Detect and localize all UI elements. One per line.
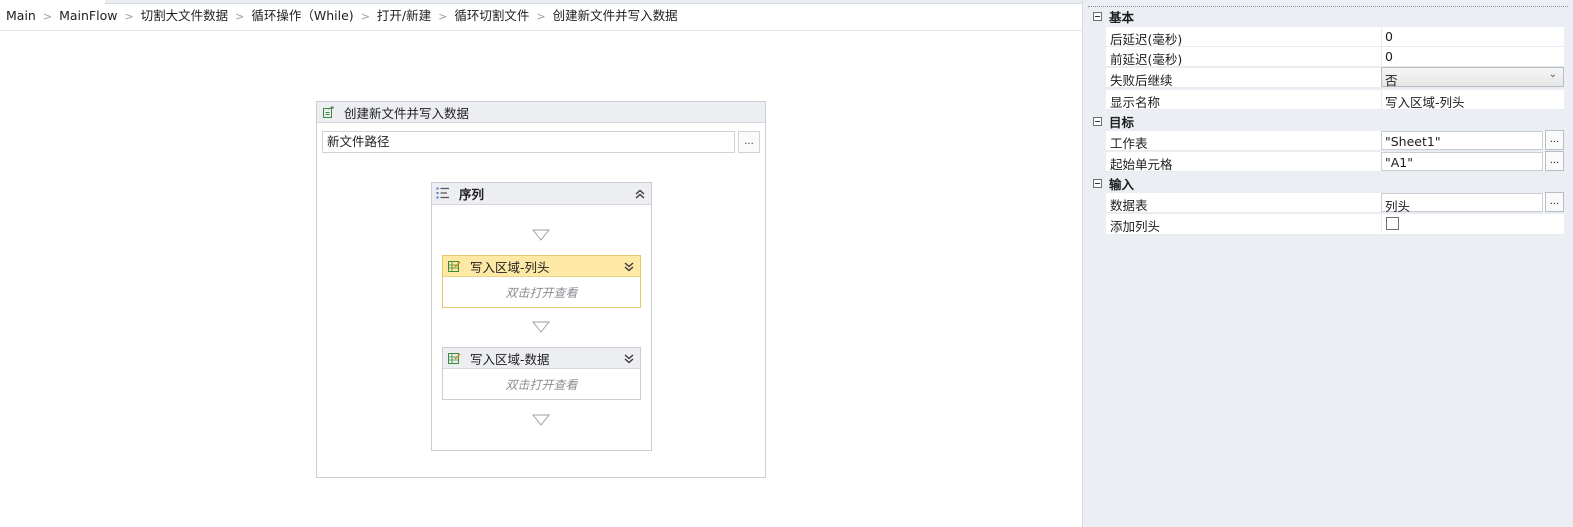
property-value-display-name[interactable]: 写入区域-列头 — [1381, 90, 1564, 110]
category-title: 基本 — [1109, 9, 1135, 25]
property-name: 前延迟(毫秒) — [1110, 52, 1183, 67]
property-name: 失败后继续 — [1110, 73, 1173, 88]
category-basic[interactable]: 基本 — [1083, 6, 1573, 26]
property-row-continue-on-error[interactable]: 失败后继续 否 ⌄ — [1106, 67, 1564, 88]
select-value: 否 — [1385, 73, 1398, 88]
collapse-minus-icon[interactable] — [1093, 11, 1102, 21]
property-row-start-cell[interactable]: 起始单元格 "A1" ... — [1106, 151, 1564, 172]
property-row-after-delay[interactable]: 后延迟(毫秒) 0 — [1106, 27, 1564, 47]
create-file-activity-title: 创建新文件并写入数据 — [344, 105, 470, 121]
sequence-title: 序列 — [459, 187, 485, 202]
property-name: 显示名称 — [1110, 95, 1161, 110]
breadcrumb-item-loop-split-file[interactable]: 循环切割文件 — [454, 8, 529, 24]
drop-target-arrow-icon[interactable] — [532, 414, 550, 426]
collapse-minus-icon[interactable] — [1093, 178, 1102, 188]
property-row-datatable[interactable]: 数据表 列头 ... — [1106, 192, 1564, 214]
breadcrumb-item-mainflow[interactable]: MainFlow — [59, 8, 117, 24]
start-cell-input[interactable]: "A1" — [1381, 152, 1543, 171]
continue-on-error-select[interactable]: 否 ⌄ — [1381, 67, 1564, 88]
sequence-header[interactable]: 序列 — [432, 183, 651, 205]
breadcrumb-item-loop-while[interactable]: 循环操作（While) — [251, 8, 353, 24]
activity-header[interactable]: 写入区域-数据 — [443, 348, 640, 369]
activity-title: 写入区域-数据 — [470, 351, 550, 367]
chevron-down-icon: ⌄ — [1548, 69, 1557, 80]
start-cell-browse-button[interactable]: ... — [1545, 151, 1564, 171]
property-row-add-headers[interactable]: 添加列头 — [1106, 214, 1564, 235]
chevron-right-icon: > — [536, 9, 546, 23]
property-value-after-delay[interactable]: 0 — [1381, 27, 1564, 46]
property-name: 数据表 — [1110, 198, 1148, 213]
properties-panel: 基本 后延迟(毫秒) 0 前延迟(毫秒) 0 失败后继续 否 ⌄ 显示名称 写入… — [1082, 0, 1573, 527]
breadcrumb-item-open-new[interactable]: 打开/新建 — [377, 8, 431, 24]
category-title: 目标 — [1109, 114, 1135, 130]
activity-header[interactable]: 写入区域-列头 — [443, 256, 640, 277]
chevron-right-icon: > — [124, 9, 134, 23]
drop-target-arrow-icon[interactable] — [532, 321, 550, 333]
property-name: 添加列头 — [1110, 219, 1161, 234]
add-headers-cell — [1381, 214, 1564, 233]
activity-write-range-data[interactable]: 写入区域-数据 双击打开查看 — [442, 347, 641, 400]
worksheet-input[interactable]: "Sheet1" — [1381, 131, 1543, 150]
property-value-before-delay[interactable]: 0 — [1381, 47, 1564, 66]
activity-write-range-header[interactable]: 写入区域-列头 双击打开查看 — [442, 255, 641, 308]
expand-down-icon[interactable] — [621, 259, 637, 275]
chevron-right-icon: > — [42, 9, 53, 23]
property-row-display-name[interactable]: 显示名称 写入区域-列头 — [1106, 90, 1564, 110]
create-file-activity-header[interactable]: 创建新文件并写入数据 — [317, 102, 765, 123]
write-range-icon — [447, 259, 461, 273]
new-file-path-input[interactable]: 新文件路径 — [322, 131, 735, 153]
drop-target-arrow-icon[interactable] — [532, 229, 550, 241]
chevron-right-icon: > — [235, 9, 245, 23]
category-target[interactable]: 目标 — [1083, 111, 1573, 131]
chevron-right-icon: > — [438, 9, 448, 23]
breadcrumb-item-create-new-file[interactable]: 创建新文件并写入数据 — [553, 8, 678, 24]
collapse-up-icon[interactable] — [632, 186, 648, 202]
sequence-icon — [436, 187, 450, 201]
property-row-before-delay[interactable]: 前延迟(毫秒) 0 — [1106, 47, 1564, 67]
breadcrumb: Main > MainFlow > 切割大文件数据 > 循环操作（While) … — [0, 0, 1082, 31]
chevron-right-icon: > — [360, 9, 370, 23]
expand-down-icon[interactable] — [621, 351, 637, 367]
datatable-browse-button[interactable]: ... — [1545, 192, 1564, 212]
datatable-input[interactable]: 列头 — [1381, 193, 1543, 214]
breadcrumb-item-main[interactable]: Main — [6, 8, 36, 24]
activity-hint: 双击打开查看 — [505, 377, 578, 392]
category-input[interactable]: 输入 — [1083, 173, 1573, 193]
breadcrumb-item-split-big-file[interactable]: 切割大文件数据 — [141, 8, 229, 24]
property-name: 起始单元格 — [1110, 157, 1173, 172]
sequence-container[interactable]: 序列 — [431, 182, 652, 451]
collapse-minus-icon[interactable] — [1093, 116, 1102, 126]
property-name: 后延迟(毫秒) — [1110, 32, 1183, 47]
category-title: 输入 — [1109, 176, 1135, 192]
activity-title: 写入区域-列头 — [470, 259, 550, 275]
write-range-icon — [447, 351, 461, 365]
add-headers-checkbox[interactable] — [1386, 217, 1399, 230]
new-file-icon — [321, 105, 335, 119]
worksheet-browse-button[interactable]: ... — [1545, 130, 1564, 150]
property-name: 工作表 — [1110, 136, 1148, 151]
workflow-designer: Main > MainFlow > 切割大文件数据 > 循环操作（While) … — [0, 0, 1082, 527]
property-row-worksheet[interactable]: 工作表 "Sheet1" ... — [1106, 130, 1564, 151]
browse-path-button[interactable]: ... — [738, 131, 760, 153]
activity-hint: 双击打开查看 — [505, 285, 578, 300]
